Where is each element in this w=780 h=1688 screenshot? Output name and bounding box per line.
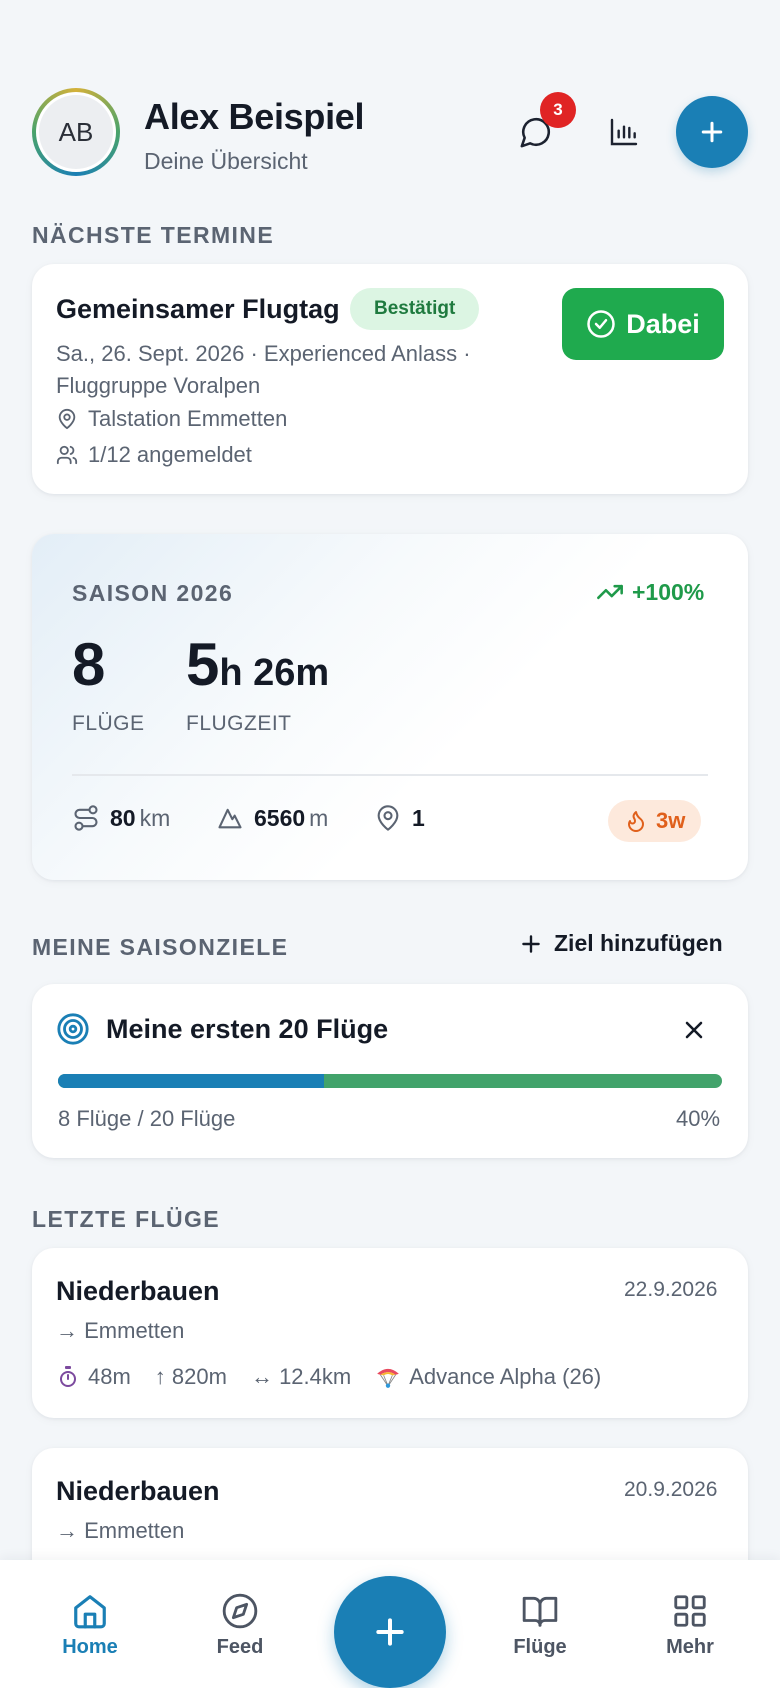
stopwatch-icon [60, 1366, 76, 1387]
statistics-button[interactable] [596, 104, 652, 160]
nav-home[interactable]: Home [40, 1592, 140, 1659]
distance-value: 80 [110, 804, 136, 831]
flight-name: Niederbauen [56, 1476, 220, 1506]
streak-badge: 3w [608, 800, 702, 842]
event-title: Gemeinsamer Flugtag [56, 294, 340, 324]
flight-date: 20.9.2026 [624, 1478, 718, 1501]
plus-icon [701, 121, 723, 143]
users-icon [56, 445, 78, 465]
avatar[interactable]: AB [32, 88, 120, 176]
goal-progress-text: 8 Flüge / 20 Flüge [58, 1106, 236, 1131]
upcoming-section-title: NÄCHSTE TERMINE [32, 222, 275, 248]
event-location: Talstation Emmetten [88, 406, 288, 431]
flame-icon [628, 811, 644, 832]
mountain-icon [218, 808, 242, 829]
join-button-label: Dabei [626, 308, 700, 339]
trending-up-icon [597, 584, 623, 600]
event-meta: Sa., 26. Sept. 2026 · Experienced Anlass… [56, 341, 471, 398]
home-icon [74, 1595, 106, 1629]
flight-glider: Advance Alpha (26) [409, 1364, 602, 1389]
add-goal-label: Ziel hinzufügen [554, 930, 723, 956]
remove-goal-button[interactable] [680, 1016, 708, 1049]
nav-feed[interactable]: Feed [190, 1592, 290, 1659]
add-flight-fab[interactable] [334, 1576, 446, 1688]
add-button[interactable] [676, 96, 748, 168]
add-goal-button[interactable]: Ziel hinzufügen [518, 930, 723, 957]
flight-time-hours: 5 [186, 631, 220, 698]
plus-icon [522, 934, 540, 953]
flight-climb: ↑ 820m [154, 1364, 227, 1389]
check-circle-icon [587, 310, 615, 338]
flight-duration: 48m [88, 1364, 131, 1389]
paraglider-icon [377, 1368, 400, 1388]
goals-section-title: MEINE SAISONZIELE [32, 934, 289, 960]
target-icon [56, 1012, 90, 1051]
flight-route: → Emmetten [56, 1318, 185, 1343]
compass-icon [222, 1593, 258, 1629]
map-pin-icon [58, 408, 76, 430]
flight-time: 5h 26m [186, 630, 329, 699]
season-trend-value: +100% [632, 578, 705, 605]
flight-distance: ↔ 12.4km [250, 1364, 352, 1389]
book-open-icon [522, 1596, 558, 1627]
flight-stats: 48m ↑ 820m ↔ 12.4km Advance Alpha (26) [56, 1364, 601, 1390]
flight-route: → Emmetten [56, 1518, 185, 1543]
notification-badge: 3 [540, 92, 576, 128]
season-trend: +100% [596, 578, 704, 606]
distance-unit: km [139, 804, 171, 831]
nav-more-label: Mehr [666, 1636, 714, 1658]
recent-section-title: LETZTE FLÜGE [32, 1206, 221, 1232]
status-badge: Bestätigt [350, 288, 480, 330]
page-subtitle: Deine Übersicht [144, 148, 308, 174]
event-participants-row: 1/12 angemeldet [56, 442, 252, 468]
nav-more[interactable]: Mehr [640, 1592, 740, 1659]
sites-value: 1 [412, 804, 425, 831]
avatar-initials: AB [39, 95, 113, 169]
grid-icon [674, 1595, 706, 1627]
join-button[interactable]: Dabei [562, 288, 724, 360]
flight-time-rest: h 26m [219, 652, 330, 694]
flights-count: 8 [72, 631, 106, 698]
goal-progress-bar [58, 1074, 722, 1088]
sites-stat: 1 [374, 804, 425, 832]
season-label: SAISON 2026 [72, 580, 234, 606]
close-icon [685, 1021, 703, 1039]
flight-glider-stat: Advance Alpha (26) [375, 1364, 601, 1390]
nav-flights[interactable]: Flüge [490, 1592, 590, 1659]
season-divider [72, 774, 708, 776]
elevation-stat: 6560 m [216, 804, 328, 832]
flight-duration-stat: 48m [56, 1364, 131, 1390]
route-icon [74, 805, 98, 831]
goal-title: Meine ersten 20 Flüge [106, 1014, 389, 1044]
goal-percent: 40% [676, 1106, 721, 1131]
event-registered: 1/12 angemeldet [88, 442, 252, 467]
avatar-inner-ring: AB [36, 92, 116, 172]
event-location-row: Talstation Emmetten [56, 406, 287, 432]
nav-feed-label: Feed [216, 1636, 264, 1658]
nav-flights-label: Flüge [513, 1636, 567, 1658]
elevation-unit: m [309, 804, 329, 831]
goal-progress-fill [58, 1074, 324, 1088]
flight-date: 22.9.2026 [624, 1278, 718, 1301]
flight-time-label: FLUGZEIT [186, 712, 292, 735]
bar-chart-icon [610, 118, 638, 146]
map-pin-icon [377, 805, 399, 831]
streak-value: 3w [656, 808, 686, 833]
nav-home-label: Home [62, 1636, 118, 1658]
plus-icon [376, 1618, 404, 1646]
user-name: Alex Beispiel [144, 96, 365, 137]
distance-stat: 80 km [72, 804, 170, 832]
flight-name: Niederbauen [56, 1276, 220, 1306]
elevation-value: 6560 [254, 804, 306, 831]
flights-label: FLÜGE [72, 712, 145, 735]
